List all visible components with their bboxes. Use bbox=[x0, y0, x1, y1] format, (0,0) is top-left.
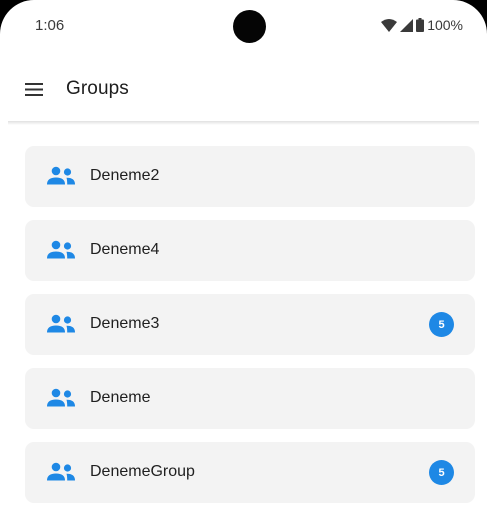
battery-percentage: 100% bbox=[427, 17, 463, 33]
status-bar: 1:06 100% bbox=[0, 0, 487, 50]
group-list-item-1[interactable]: Deneme2 bbox=[25, 146, 475, 207]
status-time: 1:06 bbox=[35, 17, 65, 34]
camera-cutout bbox=[233, 10, 266, 43]
hamburger-menu-icon bbox=[25, 82, 43, 96]
status-icons: 100% bbox=[381, 17, 463, 33]
group-icon bbox=[47, 462, 75, 481]
group-icon bbox=[47, 314, 75, 333]
group-name: Deneme bbox=[90, 389, 151, 406]
group-name: Deneme3 bbox=[90, 315, 160, 332]
unread-count-badge: 5 bbox=[429, 312, 454, 337]
wifi-icon bbox=[381, 18, 398, 32]
phone-screen: 1:06 100% Groups Deneme2 Deneme4 Deneme3… bbox=[0, 0, 487, 509]
group-icon bbox=[47, 388, 75, 407]
group-list-item-5[interactable]: DenemeGroup 5 bbox=[25, 442, 475, 503]
cellular-signal-icon bbox=[400, 18, 414, 32]
group-list-item-4[interactable]: Deneme bbox=[25, 368, 475, 429]
group-name: DenemeGroup bbox=[90, 463, 195, 480]
group-name: Deneme4 bbox=[90, 241, 160, 258]
group-list-item-2[interactable]: Deneme4 bbox=[25, 220, 475, 281]
unread-count-badge: 5 bbox=[429, 460, 454, 485]
app-bar: Groups bbox=[0, 60, 487, 120]
menu-button[interactable] bbox=[24, 79, 44, 99]
group-name: Deneme2 bbox=[90, 167, 160, 184]
app-bar-shadow bbox=[8, 121, 479, 125]
battery-icon bbox=[416, 18, 425, 32]
page-title: Groups bbox=[66, 78, 129, 99]
group-icon bbox=[47, 166, 75, 185]
group-icon bbox=[47, 240, 75, 259]
group-list: Deneme2 Deneme4 Deneme3 5 Deneme DenemeG… bbox=[25, 146, 475, 509]
group-list-item-3[interactable]: Deneme3 5 bbox=[25, 294, 475, 355]
